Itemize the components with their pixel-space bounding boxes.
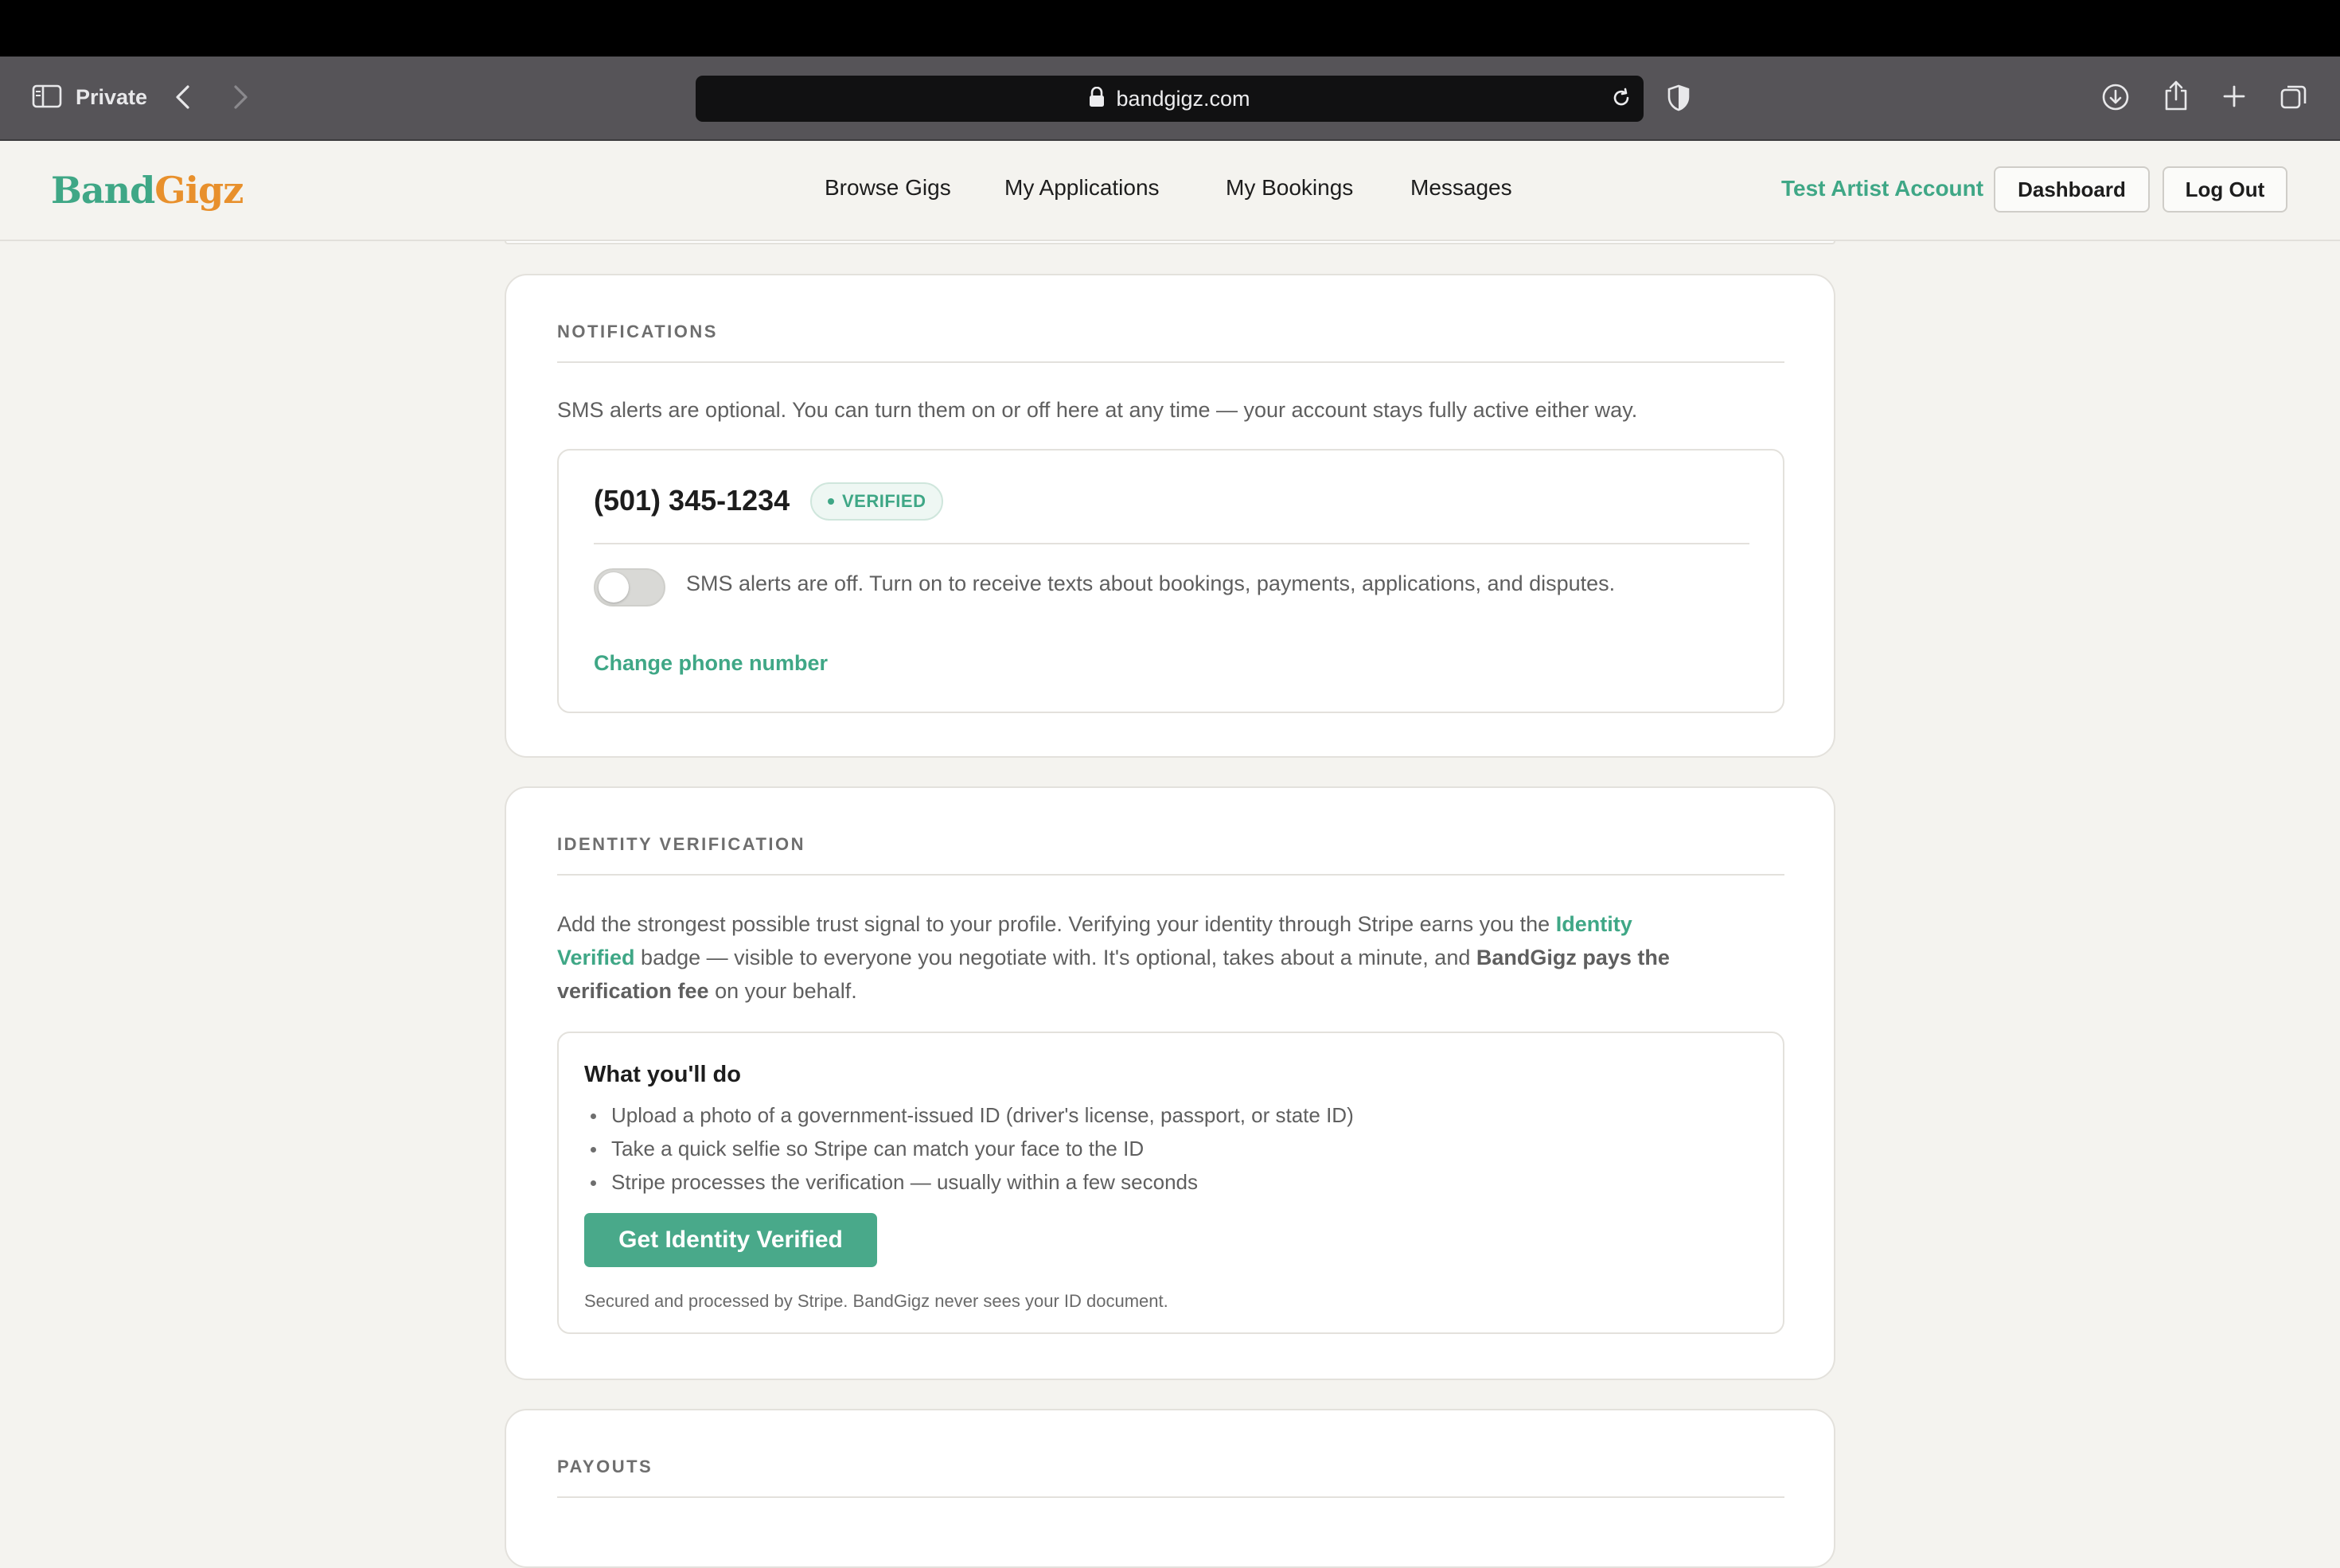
list-item: Upload a photo of a government-issued ID… [584,1098,1354,1132]
phone-panel: (501) 345-1234 VERIFIED SMS alerts are o… [557,449,1784,713]
what-youll-do-title: What you'll do [584,1062,741,1087]
identity-desc-part-3: on your behalf. [708,979,857,1003]
payouts-card: PAYOUTS [505,1409,1835,1568]
logo-band: Band [51,169,155,212]
phone-number: (501) 345-1234 [594,484,790,517]
section-divider [557,361,1784,363]
shield-icon[interactable] [1667,84,1691,111]
logout-button[interactable]: Log Out [2163,166,2287,213]
list-item: Stripe processes the verification — usua… [584,1165,1354,1199]
identity-verified-highlight-2: Verified [557,946,635,969]
nav-messages[interactable]: Messages [1410,175,1512,201]
identity-description: Add the strongest possible trust signal … [557,907,1784,1008]
url-text: bandgigz.com [1116,86,1250,111]
logo-gigz: Gigz [154,169,244,212]
change-phone-link[interactable]: Change phone number [594,651,828,676]
previous-card-edge [505,241,1835,244]
notifications-card: NOTIFICATIONS SMS alerts are optional. Y… [505,274,1835,758]
dashboard-button[interactable]: Dashboard [1994,166,2150,213]
nav-my-applications[interactable]: My Applications [1004,175,1160,201]
share-icon[interactable] [2163,80,2189,111]
new-tab-icon[interactable] [2222,84,2246,108]
lock-icon [1089,86,1105,111]
fee-note-strong-2: verification fee [557,979,709,1003]
downloads-icon[interactable] [2101,83,2130,111]
notifications-title: NOTIFICATIONS [557,322,718,341]
panel-divider [594,543,1749,544]
identity-desc-part-2: badge — visible to everyone you negotiat… [634,946,1476,969]
back-icon[interactable] [174,84,193,110]
sidebar-toggle-icon[interactable] [32,84,62,108]
verified-badge: VERIFIED [810,482,944,521]
account-name-link[interactable]: Test Artist Account [1781,176,1983,201]
forward-icon[interactable] [231,84,250,110]
private-label: Private [76,85,148,109]
stripe-security-note: Secured and processed by Stripe. BandGig… [584,1291,1168,1311]
section-divider [557,874,1784,876]
menu-bar [0,0,2340,57]
address-bar[interactable]: bandgigz.com [696,76,1644,122]
status-dot-icon [828,498,834,505]
payouts-title: PAYOUTS [557,1457,653,1476]
verified-badge-label: VERIFIED [842,491,926,511]
identity-verified-highlight-1: Identity [1555,912,1632,936]
toggle-knob [599,572,629,603]
tab-overview-icon[interactable] [2280,83,2308,111]
sms-alerts-toggle[interactable] [594,568,665,607]
sms-alerts-status-text: SMS alerts are off. Turn on to receive t… [686,571,1616,595]
notifications-description: SMS alerts are optional. You can turn th… [557,398,1638,422]
site-header [0,142,2340,241]
bandgigz-logo[interactable]: BandGigz [51,169,244,212]
nav-browse-gigs[interactable]: Browse Gigs [825,175,951,201]
identity-verification-card: IDENTITY VERIFICATION Add the strongest … [505,786,1835,1380]
list-item: Take a quick selfie so Stripe can match … [584,1132,1354,1165]
nav-my-bookings[interactable]: My Bookings [1226,175,1353,201]
identity-desc-part-1: Add the strongest possible trust signal … [557,912,1556,936]
steps-list: Upload a photo of a government-issued ID… [584,1098,1354,1199]
identity-title: IDENTITY VERIFICATION [557,834,806,854]
what-youll-do-panel: What you'll do Upload a photo of a gover… [557,1032,1784,1334]
fee-note-strong-1: BandGigz pays the [1476,946,1670,969]
section-divider [557,1496,1784,1498]
reload-icon[interactable] [1610,87,1632,113]
get-identity-verified-button[interactable]: Get Identity Verified [584,1213,877,1267]
